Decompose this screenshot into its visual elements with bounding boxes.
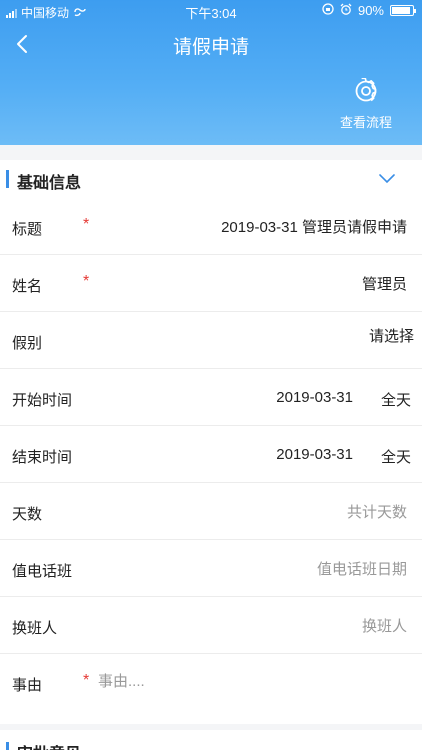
reason-row[interactable]: 事由 * 事由....	[0, 654, 422, 724]
leave-type-label: 假别	[12, 335, 43, 352]
end-time-label: 结束时间	[12, 449, 73, 466]
section-accent-bar	[6, 170, 9, 188]
name-label: 姓名	[12, 278, 43, 295]
start-time-row[interactable]: 开始时间 2019-03-31 全天	[0, 369, 422, 426]
view-flow-button[interactable]: 查看流程	[336, 78, 396, 132]
chevron-down-icon[interactable]	[378, 172, 396, 190]
alarm-icon	[340, 3, 352, 18]
rotation-lock-icon	[322, 3, 334, 18]
battery-percent: 90%	[357, 3, 384, 18]
phone-duty-row[interactable]: 值电话班 值电话班日期	[0, 540, 422, 597]
leave-form: 标题 * 2019-03-31 管理员请假申请 姓名 * 管理员 假别 请选择 …	[0, 198, 422, 724]
title-field[interactable]: 2019-03-31 管理员请假申请	[221, 216, 407, 237]
shift-person-label: 换班人	[12, 620, 58, 637]
start-time-label: 开始时间	[12, 392, 73, 409]
battery-icon	[390, 5, 416, 16]
required-mark: *	[83, 672, 90, 689]
leave-type-select[interactable]: 请选择	[369, 325, 414, 346]
gear-icon	[355, 78, 377, 102]
shift-person-field[interactable]: 换班人	[362, 615, 407, 636]
reason-label: 事由	[12, 677, 43, 694]
page-title: 请假申请	[172, 37, 249, 58]
section-title: 基础信息	[17, 175, 82, 192]
required-mark: *	[83, 216, 90, 233]
status-bar: 中国移动 下午3:04 90%	[0, 0, 422, 22]
start-period-field[interactable]: 全天	[381, 389, 411, 410]
required-mark: *	[83, 273, 90, 290]
section-accent-bar	[6, 742, 9, 750]
section2-title: 审批意见	[17, 740, 81, 750]
basic-info-header[interactable]: 基础信息	[0, 160, 422, 198]
view-flow-label: 查看流程	[339, 115, 392, 130]
title-label: 标题	[12, 221, 43, 238]
approval-section-header[interactable]: 审批意见	[0, 730, 422, 750]
name-field[interactable]: 管理员	[362, 273, 407, 294]
days-field[interactable]: 共计天数	[347, 501, 407, 522]
days-label: 天数	[12, 506, 43, 523]
shift-person-row[interactable]: 换班人 换班人	[0, 597, 422, 654]
header: 中国移动 下午3:04 90% 请假申请 查看流程	[0, 0, 422, 145]
days-row[interactable]: 天数 共计天数	[0, 483, 422, 540]
end-date-field[interactable]: 2019-03-31	[276, 446, 353, 463]
name-row[interactable]: 姓名 * 管理员	[0, 255, 422, 312]
phone-duty-field[interactable]: 值电话班日期	[317, 558, 407, 579]
start-date-field[interactable]: 2019-03-31	[276, 389, 353, 406]
end-time-row[interactable]: 结束时间 2019-03-31 全天	[0, 426, 422, 483]
title-row[interactable]: 标题 * 2019-03-31 管理员请假申请	[0, 198, 422, 255]
reason-input[interactable]: 事由....	[98, 670, 145, 691]
leave-type-row[interactable]: 假别 请选择	[0, 312, 422, 369]
phone-duty-label: 值电话班	[12, 563, 73, 580]
end-period-field[interactable]: 全天	[381, 446, 411, 467]
